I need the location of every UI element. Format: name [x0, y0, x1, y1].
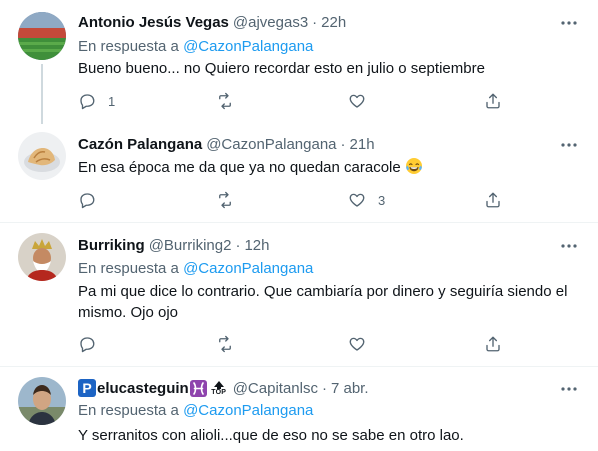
- badge-letter-text: P: [82, 380, 92, 396]
- reply-prefix: En respuesta a: [78, 402, 179, 419]
- separator-dot: ·: [312, 13, 318, 31]
- name-badge-letter: P: [78, 379, 96, 397]
- replying-to: En respuesta a @CazonPalangana: [78, 402, 313, 419]
- reply-mention-link[interactable]: @CazonPalangana: [183, 402, 313, 419]
- heart-icon: [349, 94, 365, 108]
- user-handle[interactable]: @ajvegas3: [233, 14, 308, 31]
- share-icon: [486, 336, 500, 352]
- replying-to: En respuesta a @CazonPalangana: [78, 260, 313, 277]
- retweet-icon: [219, 92, 231, 110]
- user-handle[interactable]: @CazonPalangana: [206, 136, 336, 153]
- tweet-1[interactable]: Antonio Jesús Vegas @ajvegas3 · 22h En r…: [0, 0, 598, 124]
- replying-to: En respuesta a @CazonPalangana: [78, 38, 313, 55]
- reply-prefix: En respuesta a: [78, 260, 179, 277]
- display-name[interactable]: elucasteguin: [97, 380, 189, 397]
- thread-line: [41, 64, 43, 124]
- pisces-icon: [189, 379, 207, 397]
- tweet-header: P elucasteguin TOP @Capitanlsc · 7 abr.: [78, 378, 369, 398]
- tweet-header: Cazón Palangana @CazonPalangana · 21h: [78, 134, 375, 154]
- tweet-header: Antonio Jesús Vegas @ajvegas3 · 22h: [78, 12, 346, 32]
- timestamp[interactable]: 7 abr.: [331, 380, 369, 397]
- tweet-text: Pa mi que dice lo contrario. Que cambiar…: [78, 281, 578, 323]
- retweet-icon: [219, 191, 231, 209]
- share-button[interactable]: [484, 190, 502, 210]
- separator-dot: ·: [340, 135, 346, 153]
- retweet-button[interactable]: [216, 190, 234, 210]
- reply-icon: [80, 94, 95, 110]
- tweet-2[interactable]: Cazón Palangana @CazonPalangana · 21h En…: [0, 122, 598, 222]
- user-handle[interactable]: @Capitanlsc: [233, 380, 318, 397]
- like-count: 3: [378, 192, 386, 208]
- user-handle[interactable]: @Burriking2: [149, 237, 232, 254]
- reply-count: 1: [108, 93, 116, 109]
- avatar[interactable]: [18, 132, 66, 180]
- display-name[interactable]: Cazón Palangana: [78, 136, 202, 153]
- avatar[interactable]: [18, 12, 66, 60]
- tweet-3[interactable]: Burriking @Burriking2 · 12h En respuesta…: [0, 223, 598, 366]
- tweet-text: Bueno bueno... no Quiero recordar esto e…: [78, 60, 485, 77]
- reply-mention-link[interactable]: @CazonPalangana: [183, 260, 313, 277]
- tweet-4[interactable]: P elucasteguin TOP @Capitanlsc · 7 abr. …: [0, 367, 598, 451]
- tweet-text-line: mismo. Ojo ojo: [78, 304, 179, 321]
- tweet-actions: 1: [78, 91, 508, 111]
- separator-dot: ·: [235, 236, 241, 254]
- reply-button[interactable]: [78, 190, 96, 210]
- more-options-icon[interactable]: [560, 136, 578, 154]
- top-label: TOP: [211, 388, 227, 396]
- like-button[interactable]: [348, 91, 366, 111]
- tweet-text-content: En esa época me da que ya no quedan cara…: [78, 159, 401, 176]
- share-icon: [486, 192, 500, 208]
- avatar[interactable]: [18, 377, 66, 425]
- reply-button[interactable]: [78, 334, 96, 354]
- display-name[interactable]: Antonio Jesús Vegas: [78, 14, 229, 31]
- retweet-button[interactable]: [216, 334, 234, 354]
- tweet-text: Y serranitos con alioli...que de eso no …: [78, 427, 464, 444]
- share-button[interactable]: [484, 334, 502, 354]
- share-icon: [486, 93, 500, 109]
- reply-prefix: En respuesta a: [78, 38, 179, 55]
- display-name[interactable]: Burriking: [78, 237, 145, 254]
- laughing-tears-emoji-icon: [405, 158, 422, 174]
- reply-mention-link[interactable]: @CazonPalangana: [183, 38, 313, 55]
- tweet-actions: [78, 334, 508, 354]
- reply-button[interactable]: 1: [78, 91, 115, 111]
- timestamp[interactable]: 12h: [244, 237, 269, 254]
- tweet-actions: 3: [78, 190, 508, 210]
- heart-icon: [349, 193, 365, 207]
- reply-icon: [80, 193, 95, 209]
- tweet-text: En esa época me da que ya no quedan cara…: [78, 157, 578, 178]
- tweet-header: Burriking @Burriking2 · 12h: [78, 235, 269, 255]
- retweet-icon: [219, 335, 231, 353]
- more-options-icon[interactable]: [560, 237, 578, 255]
- share-button[interactable]: [484, 91, 502, 111]
- separator-dot: ·: [321, 379, 327, 397]
- timestamp[interactable]: 22h: [321, 14, 346, 31]
- heart-icon: [349, 337, 365, 351]
- reply-icon: [80, 337, 95, 353]
- like-button[interactable]: [348, 334, 366, 354]
- more-options-icon[interactable]: [560, 14, 578, 32]
- more-options-icon[interactable]: [560, 380, 578, 398]
- tweet-text-line: Pa mi que dice lo contrario. Que cambiar…: [78, 283, 568, 300]
- top-arrow-icon: TOP: [209, 380, 229, 396]
- avatar[interactable]: [18, 233, 66, 281]
- like-button[interactable]: 3: [348, 190, 385, 210]
- retweet-button[interactable]: [216, 91, 234, 111]
- timestamp[interactable]: 21h: [350, 136, 375, 153]
